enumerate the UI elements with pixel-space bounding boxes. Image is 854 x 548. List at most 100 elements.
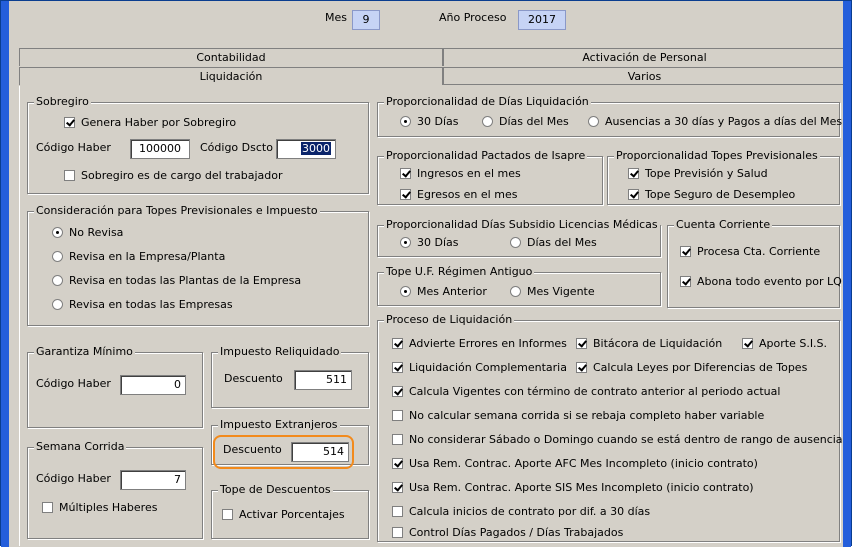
activar-porcentajes-checkbox[interactable]: Activar Porcentajes (222, 508, 345, 521)
multiples-haberes-checkbox[interactable]: Múltiples Haberes (42, 501, 157, 514)
tope-prevision-checkbox[interactable]: Tope Previsión y Salud (628, 167, 768, 180)
garantiza-codigo-field[interactable]: 0 (120, 375, 186, 395)
semana-codigo-field[interactable]: 7 (120, 470, 186, 490)
codigo-haber-field[interactable]: 100000 (130, 139, 190, 159)
genera-haber-checkbox[interactable]: Genera Haber por Sobregiro (64, 116, 236, 129)
proceso-label: Liquidación Complementaria (409, 361, 567, 374)
calcula-vigentes-checkbox[interactable]: Calcula Vigentes con término de contrato… (392, 385, 780, 398)
usa-rem-sis-checkbox[interactable]: Usa Rem. Contrac. Aporte SIS Mes Incompl… (392, 481, 754, 494)
checkbox-box (400, 168, 411, 179)
topes-option-label: Revisa en la Empresa/Planta (69, 250, 226, 263)
checkbox-box (742, 338, 753, 349)
isapre-egresos-checkbox[interactable]: Egresos en el mes (400, 188, 517, 201)
imp-reliq-desc-field[interactable]: 511 (294, 370, 352, 390)
control-dias-checkbox[interactable]: Control Días Pagados / Días Trabajados (392, 526, 623, 539)
subsidio-title: Proporcionalidad Días Subsidio Licencias… (384, 218, 660, 231)
checkbox-box (42, 502, 53, 513)
window-border-right (843, 1, 851, 547)
radio-button (510, 286, 521, 297)
checkbox-box (392, 458, 403, 469)
procesa-cta-checkbox[interactable]: Procesa Cta. Corriente (680, 245, 820, 258)
radio-button (52, 227, 63, 238)
tab-varios[interactable]: Varios (443, 67, 846, 85)
topes-group: Consideración para Topes Previsionales e… (27, 204, 369, 326)
tab-liquidacion[interactable]: Liquidación (19, 67, 443, 85)
topes-option-label: Revisa en todas las Empresas (69, 298, 233, 311)
sobregiro-title: Sobregiro (34, 95, 91, 108)
topes-option-todas-empresas[interactable]: Revisa en todas las Empresas (52, 298, 233, 311)
proceso-label: Aporte S.I.S. (759, 337, 828, 350)
topes-option-empresa-planta[interactable]: Revisa en la Empresa/Planta (52, 250, 225, 263)
advierte-errores-checkbox[interactable]: Advierte Errores en Informes (392, 337, 567, 350)
checkbox-box (222, 509, 233, 520)
imp-reliq-group: Impuesto Reliquidado Descuento 511 (211, 345, 369, 408)
topes-option-no-revisa[interactable]: No Revisa (52, 226, 123, 239)
subsidio-label: 30 Días (417, 236, 459, 249)
proceso-label: Usa Rem. Contrac. Aporte SIS Mes Incompl… (409, 481, 754, 494)
window-frame: Mes 9 Año Proceso 2017 Contabilidad Acti… (0, 0, 852, 547)
proceso-label: Usa Rem. Contrac. Aporte AFC Mes Incompl… (409, 457, 758, 470)
topes-option-label: No Revisa (69, 226, 124, 239)
calcula-leyes-checkbox[interactable]: Calcula Leyes por Diferencias de Topes (576, 361, 807, 374)
activar-porcentajes-label: Activar Porcentajes (239, 508, 345, 521)
isapre-ingresos-checkbox[interactable]: Ingresos en el mes (400, 167, 521, 180)
tope-desc-title: Tope de Descuentos (218, 483, 333, 496)
proceso-label: Control Días Pagados / Días Trabajados (409, 526, 624, 539)
proceso-label: No considerar Sábado o Domingo cuando se… (409, 433, 843, 446)
mes-field[interactable]: 9 (352, 10, 380, 30)
prop-dias-group: Proporcionalidad de Días Liquidación 30 … (377, 95, 842, 137)
abona-evento-checkbox[interactable]: Abona todo evento por LQ (680, 275, 842, 288)
semana-codigo-label: Código Haber (36, 472, 111, 485)
cuenta-label: Abona todo evento por LQ (697, 275, 842, 288)
prop-topes-label: Tope Seguro de Desempleo (645, 188, 796, 201)
uf-label: Mes Anterior (417, 285, 487, 298)
radio-button (400, 116, 411, 127)
no-considerar-sabado-checkbox[interactable]: No considerar Sábado o Domingo cuando se… (392, 433, 843, 446)
topes-option-todas-plantas[interactable]: Revisa en todas las Plantas de la Empres… (52, 274, 301, 287)
proceso-label: Calcula Leyes por Diferencias de Topes (593, 361, 808, 374)
checkbox-box (392, 386, 403, 397)
tab-contabilidad[interactable]: Contabilidad (19, 48, 443, 66)
prop-dias-mes[interactable]: Días del Mes (482, 115, 569, 128)
sobregiro-cargo-checkbox[interactable]: Sobregiro es de cargo del trabajador (64, 169, 283, 182)
codigo-dscto-field[interactable]: 3000 (276, 139, 336, 159)
checkbox-box (392, 338, 403, 349)
liq-complementaria-checkbox[interactable]: Liquidación Complementaria (392, 361, 567, 374)
uf-mes-vigente[interactable]: Mes Vigente (510, 285, 595, 298)
tab-activacion-personal[interactable]: Activación de Personal (443, 48, 846, 66)
garantiza-title: Garantiza Mínimo (34, 345, 135, 358)
tope-seguro-checkbox[interactable]: Tope Seguro de Desempleo (628, 188, 795, 201)
prop-dias-30[interactable]: 30 Días (400, 115, 459, 128)
proceso-label: Calcula Vigentes con término de contrato… (409, 385, 781, 398)
cuenta-title: Cuenta Corriente (674, 218, 773, 231)
anio-field[interactable]: 2017 (518, 10, 566, 30)
subsidio-mes[interactable]: Días del Mes (510, 236, 597, 249)
uf-group: Tope U.F. Régimen Antiguo Mes Anterior M… (377, 265, 661, 306)
prop-dias-label: Días del Mes (499, 115, 569, 128)
topes-title: Consideración para Topes Previsionales e… (34, 204, 320, 217)
subsidio-30[interactable]: 30 Días (400, 236, 459, 249)
prop-dias-title: Proporcionalidad de Días Liquidación (384, 95, 591, 108)
prop-dias-ausencias[interactable]: Ausencias a 30 días y Pagos a días del M… (588, 115, 842, 128)
calcula-inicios-checkbox[interactable]: Calcula inicios de contrato por dif. a 3… (392, 505, 650, 518)
uf-title: Tope U.F. Régimen Antiguo (384, 265, 535, 278)
uf-mes-anterior[interactable]: Mes Anterior (400, 285, 487, 298)
usa-rem-afc-checkbox[interactable]: Usa Rem. Contrac. Aporte AFC Mes Incompl… (392, 457, 758, 470)
aporte-sis-checkbox[interactable]: Aporte S.I.S. (742, 337, 827, 350)
proceso-label: Bitácora de Liquidación (593, 337, 723, 350)
checkbox-box (392, 506, 403, 517)
imp-reliq-title: Impuesto Reliquidado (218, 345, 342, 358)
codigo-dscto-label: Código Dscto (200, 141, 273, 154)
prop-dias-label: Ausencias a 30 días y Pagos a días del M… (605, 115, 843, 128)
radio-button (52, 299, 63, 310)
prop-dias-label: 30 Días (417, 115, 459, 128)
semana-group: Semana Corrida Código Haber 7 Múltiples … (27, 440, 203, 539)
bitacora-checkbox[interactable]: Bitácora de Liquidación (576, 337, 722, 350)
checkbox-box (400, 189, 411, 200)
sobregiro-group: Sobregiro Genera Haber por Sobregiro Cód… (27, 95, 369, 194)
no-calcular-semana-checkbox[interactable]: No calcular semana corrida si se rebaja … (392, 409, 764, 422)
radio-button (588, 116, 599, 127)
checkbox-box (680, 246, 691, 257)
garantiza-group: Garantiza Mínimo Código Haber 0 (27, 345, 203, 428)
imp-ext-desc-field[interactable]: 514 (291, 442, 349, 462)
